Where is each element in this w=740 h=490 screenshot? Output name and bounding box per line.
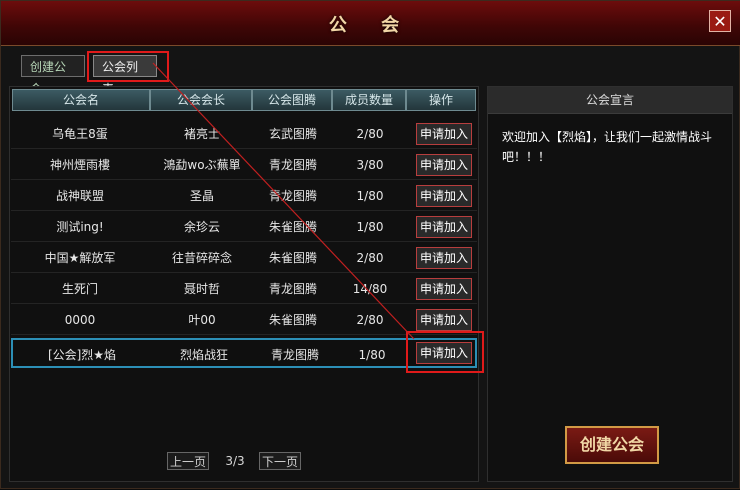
guide-arrow-line [152,62,415,340]
guild-window: 公 会 ✕ 创建公会 公会列表 公会名 公会会长 公会图腾 成员数量 操作 乌龟… [0,0,740,489]
